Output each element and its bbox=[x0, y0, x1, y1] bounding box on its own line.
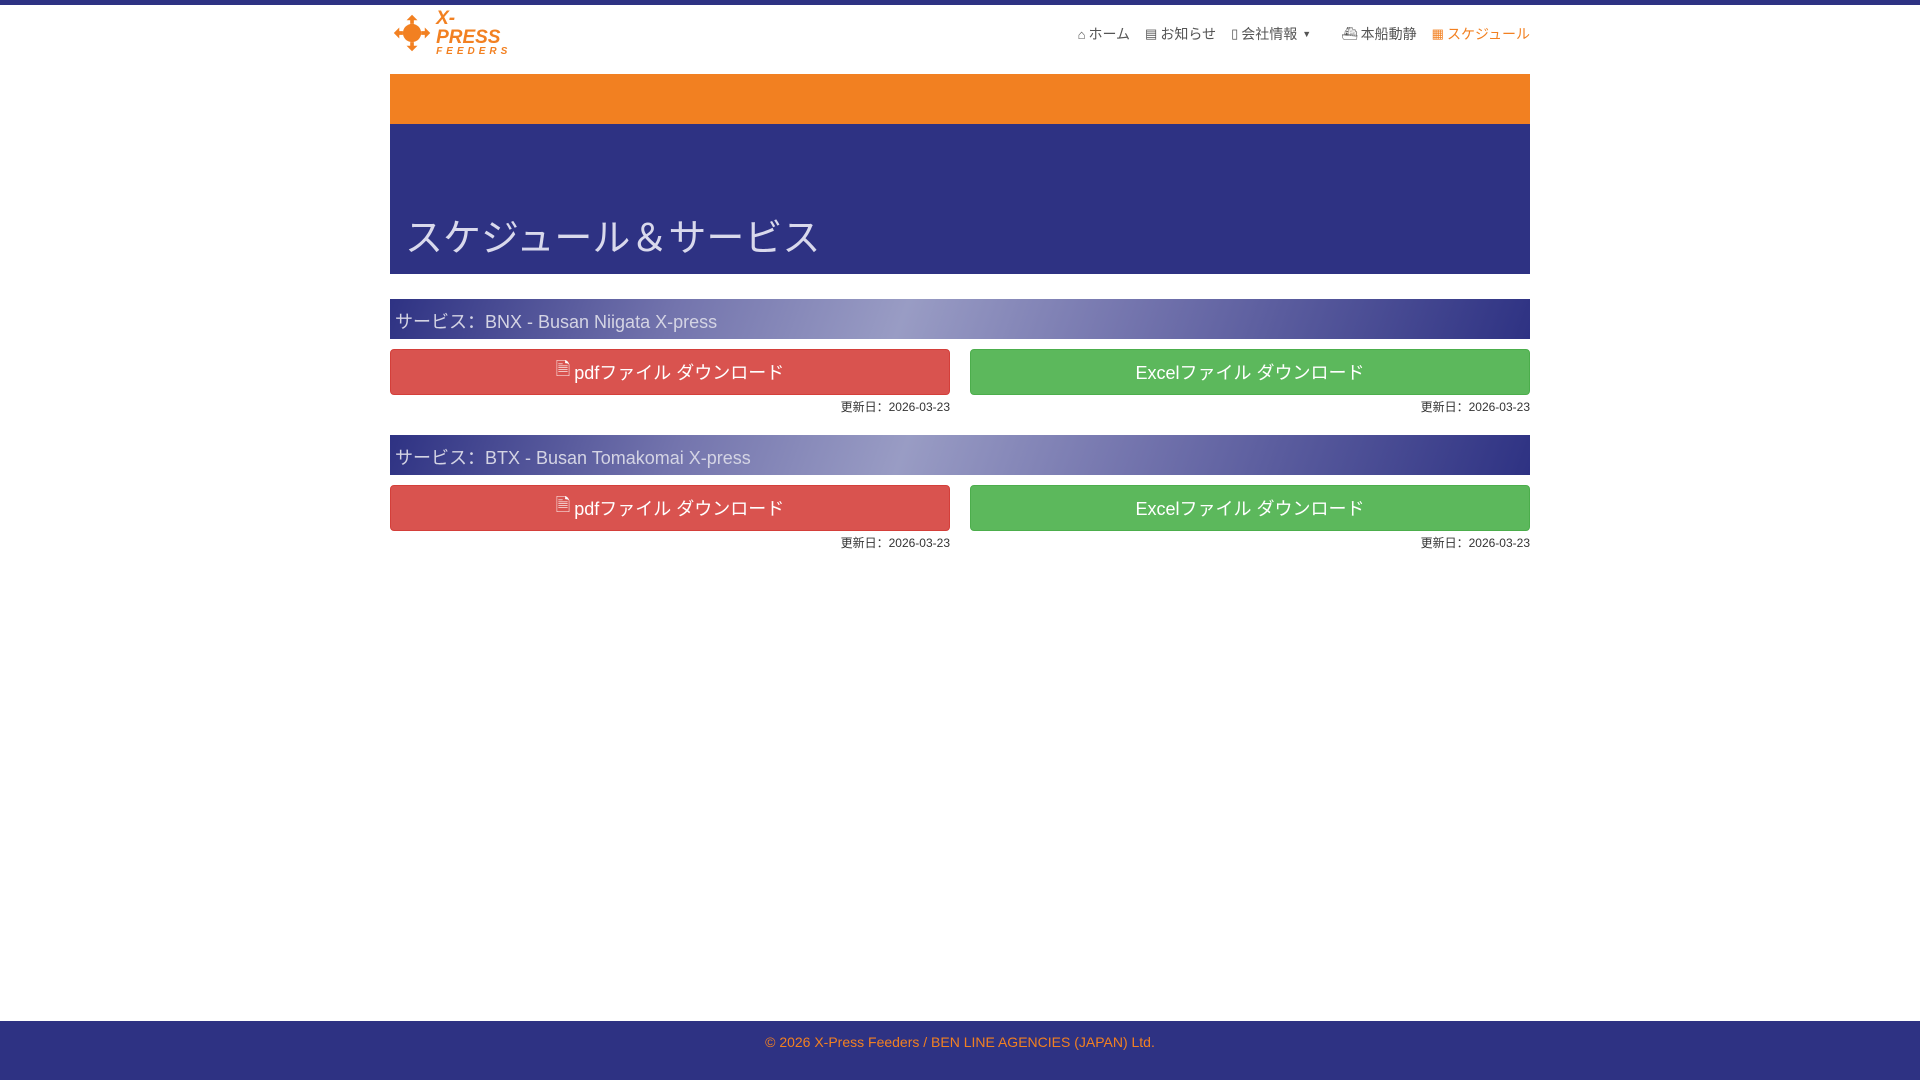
service-title-btx: サービス：BTX - Busan Tomakomai X-press bbox=[390, 435, 1530, 475]
hero-orange-band bbox=[390, 74, 1530, 124]
building-icon: ▯ bbox=[1231, 26, 1239, 41]
newspaper-icon: ▤ bbox=[1145, 26, 1158, 41]
page-title: スケジュール＆サービス bbox=[405, 218, 821, 260]
pdf-file-icon: 🗎 bbox=[555, 359, 571, 379]
copyright: © 2026 X-Press Feeders / BEN LINE AGENCI… bbox=[765, 1034, 1155, 1050]
navbar: X-PRESS FEEDERS ⌂ ホーム ▤ お知らせ ▯ 会社情報 ▼ ⛴ 本船動静 ▦… bbox=[390, 5, 1530, 65]
brand-line1: X-PRESS bbox=[436, 8, 501, 48]
nav-news[interactable]: ▤ お知らせ bbox=[1145, 24, 1216, 44]
calendar-icon: ▦ bbox=[1431, 26, 1444, 41]
footer: © 2026 X-Press Feeders / BEN LINE AGENCI… bbox=[0, 1021, 1920, 1080]
btx-excel-updated: 更新日：2026-03-23 bbox=[1420, 536, 1530, 550]
nav-schedule-label: スケジュール bbox=[1446, 26, 1530, 42]
nav-company-label: 会社情報 bbox=[1241, 26, 1298, 42]
bnx-pdf-label: pdfファイル ダウンロード bbox=[574, 363, 785, 383]
brand-line2: FEEDERS bbox=[436, 46, 512, 57]
nav-company-dropdown[interactable]: ▯ 会社情報 ▼ bbox=[1231, 24, 1311, 44]
ship-icon: ⛴ bbox=[1341, 26, 1358, 41]
nav-schedule[interactable]: ▦ スケジュール bbox=[1432, 24, 1530, 44]
bnx-excel-updated: 更新日：2026-03-23 bbox=[1420, 400, 1530, 414]
btx-pdf-updated: 更新日：2026-03-23 bbox=[840, 536, 950, 550]
bnx-pdf-download-button[interactable]: 🗎 pdfファイル ダウンロード bbox=[390, 349, 950, 395]
btx-excel-download-button[interactable]: Excelファイル ダウンロード bbox=[970, 485, 1530, 531]
nav-news-label: お知らせ bbox=[1160, 26, 1217, 42]
bnx-excel-download-button[interactable]: Excelファイル ダウンロード bbox=[970, 349, 1530, 395]
btx-excel-label: Excelファイル ダウンロード bbox=[1135, 499, 1365, 519]
nav-vessel-label: 本船動静 bbox=[1360, 26, 1417, 42]
nav-home[interactable]: ⌂ ホーム bbox=[1078, 24, 1130, 44]
logo-globe-icon bbox=[393, 14, 431, 52]
caret-down-icon: ▼ bbox=[1302, 29, 1312, 39]
service-title-bnx: サービス：BNX - Busan Niigata X-press bbox=[390, 299, 1530, 339]
bnx-pdf-updated: 更新日：2026-03-23 bbox=[840, 400, 950, 414]
pdf-file-icon: 🗎 bbox=[555, 495, 571, 515]
hero-banner: スケジュール＆サービス bbox=[390, 124, 1530, 274]
btx-pdf-download-button[interactable]: 🗎 pdfファイル ダウンロード bbox=[390, 485, 950, 531]
nav-home-label: ホーム bbox=[1088, 26, 1131, 42]
bnx-excel-label: Excelファイル ダウンロード bbox=[1135, 363, 1365, 383]
nav-vessel[interactable]: ⛴ 本船動静 bbox=[1341, 24, 1417, 44]
btx-pdf-label: pdfファイル ダウンロード bbox=[574, 499, 785, 519]
brand-logo[interactable]: X-PRESS FEEDERS bbox=[392, 8, 512, 57]
home-icon: ⌂ bbox=[1077, 26, 1086, 42]
